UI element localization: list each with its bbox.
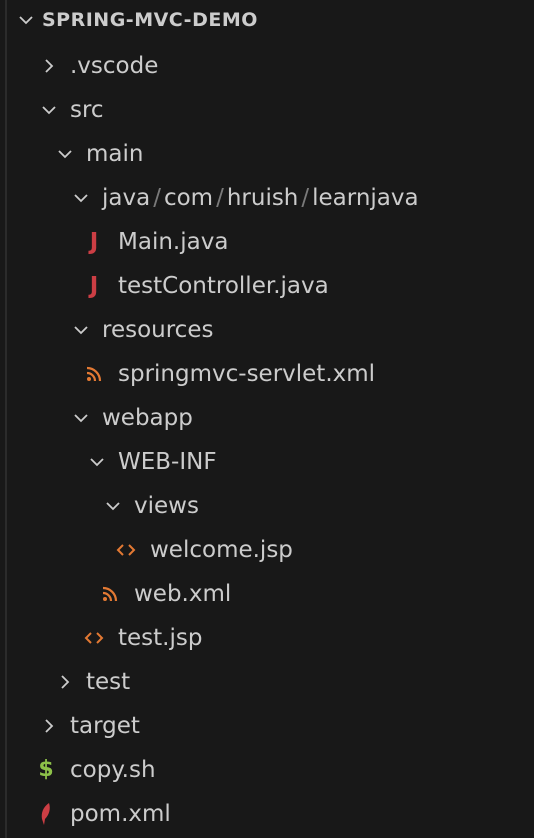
chevron-down-icon[interactable] xyxy=(69,176,93,220)
path-separator: / xyxy=(301,185,310,211)
tree-item-test-jsp[interactable]: test.jsp xyxy=(0,616,534,660)
tree-item-label: src xyxy=(70,97,104,123)
path-segment-learnjava[interactable]: learnjava xyxy=(312,185,418,211)
tree-item-main[interactable]: main xyxy=(0,132,534,176)
tree-item-label: WEB-INF xyxy=(118,449,217,475)
path-segment-com[interactable]: com xyxy=(164,185,213,211)
jsp-code-icon xyxy=(114,528,138,572)
path-separator: / xyxy=(153,185,161,211)
chevron-down-icon[interactable] xyxy=(85,440,109,484)
tree-item-label: main xyxy=(86,141,144,167)
tree-item-label: springmvc-servlet.xml xyxy=(118,361,376,387)
tree-item-pom-xml[interactable]: pom.xml xyxy=(0,792,534,836)
tree-item-copy-sh[interactable]: $ copy.sh xyxy=(0,748,534,792)
java-icon: J xyxy=(89,273,99,299)
tree-item-src[interactable]: src xyxy=(0,88,534,132)
tree-item-label: test xyxy=(86,669,131,695)
chevron-down-icon[interactable] xyxy=(53,132,77,176)
tree-item-label: web.xml xyxy=(134,581,232,607)
tree-item-welcome-jsp[interactable]: welcome.jsp xyxy=(0,528,534,572)
compact-folder-path: java / com / hruish / learnjava xyxy=(102,176,419,220)
tree-item-label: test.jsp xyxy=(118,625,203,651)
tree-item-springmvc-servlet-xml[interactable]: springmvc-servlet.xml xyxy=(0,352,534,396)
path-separator: / xyxy=(216,185,224,211)
tree-item-test[interactable]: test xyxy=(0,660,534,704)
tree-item-resources[interactable]: resources xyxy=(0,308,534,352)
chevron-down-icon[interactable] xyxy=(69,396,93,440)
tree-item-views[interactable]: views xyxy=(0,484,534,528)
tree-item-label: copy.sh xyxy=(70,757,156,783)
tree-item-label: Main.java xyxy=(118,229,229,255)
explorer-root-header[interactable]: SPRING-MVC-DEMO xyxy=(0,0,534,40)
tree-item-java-package[interactable]: java / com / hruish / learnjava xyxy=(0,176,534,220)
tree-item-label: welcome.jsp xyxy=(150,537,293,563)
xml-rss-icon xyxy=(82,352,106,396)
path-segment-hruish[interactable]: hruish xyxy=(227,185,299,211)
tree-item-label: pom.xml xyxy=(70,801,171,827)
tree-item-target[interactable]: target xyxy=(0,704,534,748)
tree-item-label: webapp xyxy=(102,405,193,431)
chevron-down-icon[interactable] xyxy=(37,88,61,132)
tree-item-web-inf[interactable]: WEB-INF xyxy=(0,440,534,484)
tree-item-label: target xyxy=(70,713,140,739)
path-segment-java[interactable]: java xyxy=(102,185,150,211)
tree-item-label: .vscode xyxy=(70,53,159,79)
explorer-root-label: SPRING-MVC-DEMO xyxy=(42,9,258,31)
chevron-right-icon[interactable] xyxy=(53,660,77,704)
java-icon: J xyxy=(89,229,99,255)
tree-item-label: views xyxy=(134,493,199,519)
jsp-code-icon xyxy=(82,616,106,660)
chevron-right-icon[interactable] xyxy=(37,704,61,748)
tree-item-testcontroller-java[interactable]: J testController.java xyxy=(0,264,534,308)
chevron-down-icon[interactable] xyxy=(14,0,38,40)
tree-item-web-xml[interactable]: web.xml xyxy=(0,572,534,616)
xml-rss-icon xyxy=(98,572,122,616)
tree-item-vscode[interactable]: .vscode xyxy=(0,44,534,88)
file-explorer: SPRING-MVC-DEMO .vscode src main java / co… xyxy=(0,0,534,838)
shell-dollar-icon: $ xyxy=(38,757,54,782)
tree-item-label: resources xyxy=(102,317,214,343)
chevron-right-icon[interactable] xyxy=(37,44,61,88)
chevron-down-icon[interactable] xyxy=(101,484,125,528)
chevron-down-icon[interactable] xyxy=(69,308,93,352)
tree-item-webapp[interactable]: webapp xyxy=(0,396,534,440)
tree-item-main-java[interactable]: J Main.java xyxy=(0,220,534,264)
maven-feather-icon xyxy=(34,792,58,836)
tree-item-label: testController.java xyxy=(118,273,329,299)
